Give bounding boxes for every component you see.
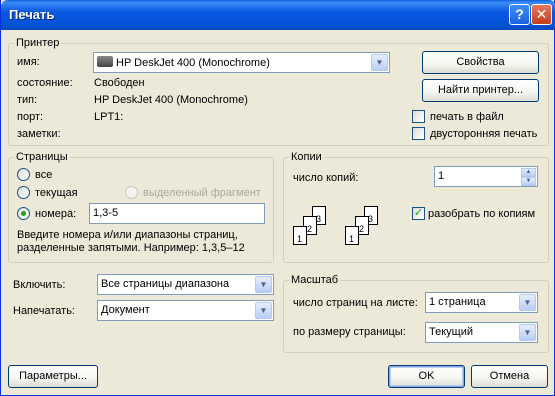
include-combo[interactable]: Все страницы диапазона ▼ — [97, 274, 274, 295]
include-label: Включить: — [13, 279, 66, 291]
print-what-combo[interactable]: Документ ▼ — [97, 300, 274, 321]
chevron-down-icon[interactable]: ▼ — [371, 54, 388, 71]
pages-selection-radio[interactable] — [125, 186, 138, 199]
port-label: порт: — [17, 111, 44, 123]
options-button[interactable]: Параметры... — [8, 365, 98, 388]
printer-group-title: Принтер — [14, 37, 62, 50]
chevron-down-icon[interactable]: ▼ — [255, 302, 272, 319]
copies-group-title: Копии — [289, 151, 324, 164]
copies-count-spinner[interactable]: 1 ▲ ▼ — [434, 166, 538, 187]
pages-numbers-radio[interactable] — [17, 207, 30, 220]
type-value: HP DeskJet 400 (Monochrome) — [94, 94, 248, 106]
notes-label: заметки: — [17, 128, 61, 140]
pages-hint: Введите номера и/или диапазоны страниц, … — [17, 229, 245, 254]
page-numbers-value: 1,3-5 — [93, 207, 119, 219]
port-value: LPT1: — [94, 111, 124, 123]
spin-up-icon[interactable]: ▲ — [521, 168, 536, 177]
window-title: Печать — [9, 7, 55, 22]
close-button[interactable]: ✕ — [531, 4, 552, 25]
ok-button[interactable]: OK — [388, 365, 465, 388]
scale-to-paper-combo[interactable]: Текущий ▼ — [425, 322, 538, 343]
print-what-label: Напечатать: — [13, 305, 75, 317]
pages-per-sheet-label: число страниц на листе: — [293, 297, 418, 309]
include-value: Все страницы диапазона — [101, 278, 230, 290]
scale-to-paper-value: Текущий — [429, 326, 473, 338]
collate-label[interactable]: разобрать по копиям — [428, 208, 535, 221]
find-printer-button[interactable]: Найти принтер... — [422, 79, 539, 102]
type-label: тип: — [17, 94, 38, 106]
pages-numbers-label[interactable]: номера: — [35, 208, 76, 221]
scale-to-paper-label: по размеру страницы: — [293, 326, 406, 338]
pages-selection-label[interactable]: выделенный фрагмент — [143, 187, 261, 200]
collate-page: 1 — [345, 226, 359, 245]
print-dialog: Печать ? ✕ Принтер имя: HP DeskJet 400 (… — [0, 0, 555, 396]
collate-checkbox[interactable]: ✓ — [412, 207, 425, 220]
chevron-down-icon[interactable]: ▼ — [255, 276, 272, 293]
copies-count-value: 1 — [438, 170, 445, 182]
pages-current-label[interactable]: текущая — [35, 187, 78, 200]
print-what-value: Документ — [101, 304, 150, 316]
scale-group-title: Масштаб — [289, 274, 341, 287]
collate-page: 1 — [293, 226, 307, 245]
duplex-checkbox[interactable] — [412, 127, 425, 140]
printer-name-label: имя: — [17, 56, 40, 68]
pages-per-sheet-value: 1 страница — [429, 296, 486, 308]
page-numbers-input[interactable]: 1,3-5 — [89, 203, 265, 224]
pages-per-sheet-combo[interactable]: 1 страница ▼ — [425, 292, 538, 313]
duplex-label[interactable]: двусторонняя печать — [430, 128, 537, 141]
title-bar: Печать ? ✕ — [1, 0, 555, 30]
chevron-down-icon[interactable]: ▼ — [519, 294, 536, 311]
properties-button[interactable]: Свойства — [422, 51, 539, 74]
pages-current-radio[interactable] — [17, 186, 30, 199]
printer-name-combo[interactable]: HP DeskJet 400 (Monochrome) ▼ — [93, 52, 390, 73]
pages-all-radio[interactable] — [17, 168, 30, 181]
print-to-file-checkbox[interactable] — [412, 110, 425, 123]
printer-icon — [97, 56, 113, 67]
printer-name-value: HP DeskJet 400 (Monochrome) — [97, 56, 270, 70]
spin-down-icon[interactable]: ▼ — [521, 177, 536, 186]
cancel-button[interactable]: Отмена — [471, 365, 548, 388]
chevron-down-icon[interactable]: ▼ — [519, 324, 536, 341]
pages-group-title: Страницы — [14, 151, 70, 164]
pages-all-label[interactable]: все — [35, 169, 52, 182]
status-value: Свободен — [94, 77, 145, 89]
help-button[interactable]: ? — [509, 4, 530, 25]
copies-count-label: число копий: — [293, 172, 359, 184]
status-label: состояние: — [17, 77, 73, 89]
print-to-file-label[interactable]: печать в файл — [430, 111, 504, 124]
